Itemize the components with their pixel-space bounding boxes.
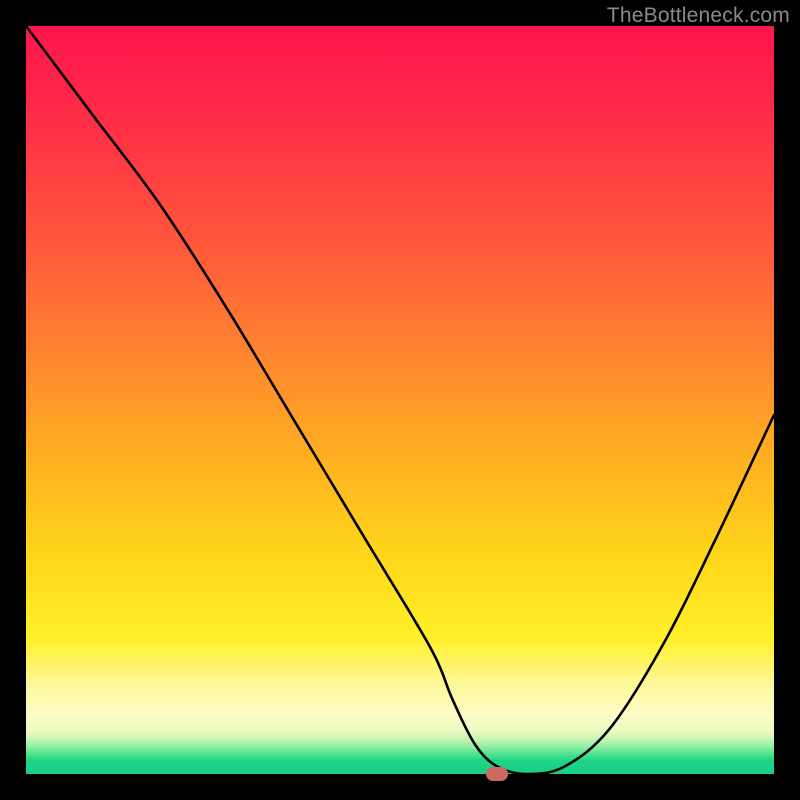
heat-gradient-plot-area xyxy=(26,26,774,774)
optimal-point-marker xyxy=(486,767,508,781)
chart-container: TheBottleneck.com xyxy=(0,0,800,800)
attribution-text: TheBottleneck.com xyxy=(607,4,790,28)
curve-path xyxy=(26,26,774,774)
bottleneck-curve xyxy=(26,26,774,774)
